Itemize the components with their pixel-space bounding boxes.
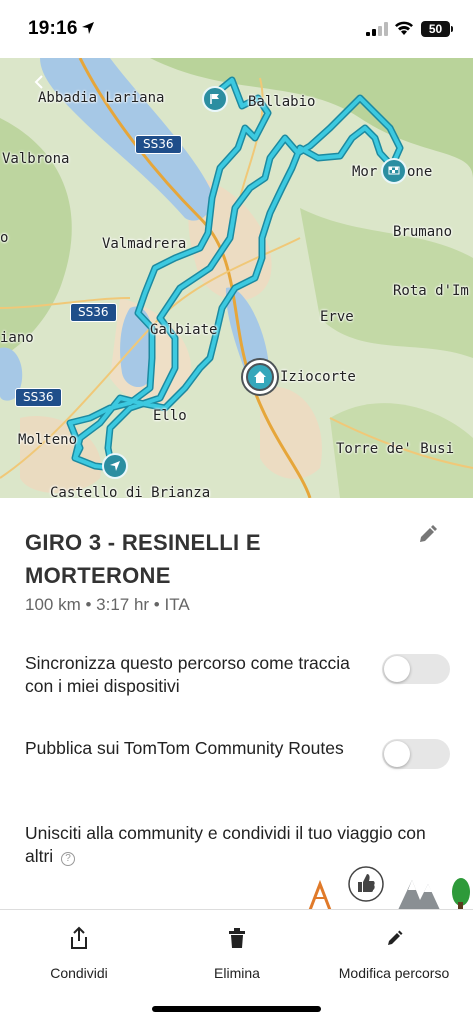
edit-route-label: Modifica percorso — [338, 965, 450, 981]
location-arrow-icon — [82, 22, 94, 34]
back-chevron-icon[interactable] — [34, 74, 44, 90]
delete-button[interactable]: Elimina — [158, 910, 316, 990]
sync-label: Sincronizza questo percorso come traccia… — [25, 653, 350, 696]
share-label: Condividi — [50, 965, 108, 981]
share-button[interactable]: Condividi — [0, 910, 158, 990]
start-flag-marker[interactable] — [202, 86, 228, 112]
place-label-ballabio: Ballabio — [248, 94, 316, 110]
start-navigation-marker[interactable] — [102, 453, 128, 479]
publish-label: Pubblica sui TomTom Community Routes — [25, 738, 344, 758]
status-bar: 19:16 50 — [0, 0, 473, 58]
edit-route-button[interactable]: Modifica percorso — [315, 910, 473, 990]
community-illustration — [308, 866, 470, 910]
delete-label: Elimina — [214, 965, 260, 981]
pencil-icon — [388, 930, 403, 945]
place-label-erve: Erve — [320, 309, 354, 325]
trash-icon — [229, 928, 245, 948]
sync-toggle[interactable] — [382, 654, 450, 684]
home-marker-inner — [248, 365, 272, 389]
home-marker[interactable] — [243, 360, 277, 394]
toggle-knob — [384, 741, 410, 767]
place-label-valmadrera: Valmadrera — [102, 236, 187, 252]
home-icon — [254, 371, 266, 383]
road-shield-ss36: SS36 — [15, 388, 62, 407]
route-meta: 100 km • 3:17 hr • ITA — [25, 595, 190, 614]
status-time: 19:16 — [28, 18, 78, 39]
place-label-abbadia: Abbadia Lariana — [38, 90, 165, 106]
finish-flag-marker[interactable] — [381, 158, 407, 184]
home-indicator[interactable] — [152, 1006, 321, 1012]
share-icon — [71, 926, 87, 949]
place-label-iziocorte: Iziocorte — [280, 369, 356, 385]
publish-setting-row: Pubblica sui TomTom Community Routes — [25, 737, 450, 769]
flag-icon — [210, 94, 219, 104]
battery-indicator: 50 — [421, 21, 450, 37]
sync-setting-row: Sincronizza questo percorso come traccia… — [25, 652, 450, 698]
place-label-molteno: Molteno — [18, 432, 78, 448]
place-label-galbiate: Galbiate — [150, 322, 218, 338]
place-label-morterone-left: Mor — [352, 164, 378, 180]
place-label-o: o — [0, 230, 9, 246]
route-title: GIRO 3 - RESINELLI E MORTERONE — [25, 530, 261, 588]
road-shield-ss36: SS36 — [135, 135, 182, 154]
toggle-knob — [384, 656, 410, 682]
place-label-morterone-right: one — [407, 164, 433, 180]
place-label-castello: Castello di Brianza — [50, 485, 211, 498]
navigation-arrow-icon — [110, 461, 120, 471]
help-icon[interactable]: ? — [61, 852, 76, 866]
place-label-valbrona: Valbrona — [2, 151, 70, 167]
route-map[interactable]: Abbadia Lariana Ballabio Valbrona Valmad… — [0, 58, 473, 498]
cellular-signal-icon — [366, 22, 388, 36]
place-label-ello: Ello — [153, 408, 187, 424]
edit-title-pencil-icon[interactable] — [416, 524, 438, 546]
place-label-brumano: Brumano — [393, 224, 453, 240]
battery-nub — [451, 26, 453, 32]
place-label-rota: Rota d'Im — [393, 283, 469, 299]
road-shield-ss36: SS36 — [70, 303, 117, 322]
place-label-torre: Torre de' Busi — [336, 441, 455, 457]
publish-toggle[interactable] — [382, 739, 450, 769]
wifi-icon — [395, 21, 413, 35]
checkered-flag-icon — [388, 166, 400, 175]
place-label-iano: iano — [0, 330, 34, 346]
community-label: Unisciti alla community e condividi il t… — [25, 823, 426, 866]
